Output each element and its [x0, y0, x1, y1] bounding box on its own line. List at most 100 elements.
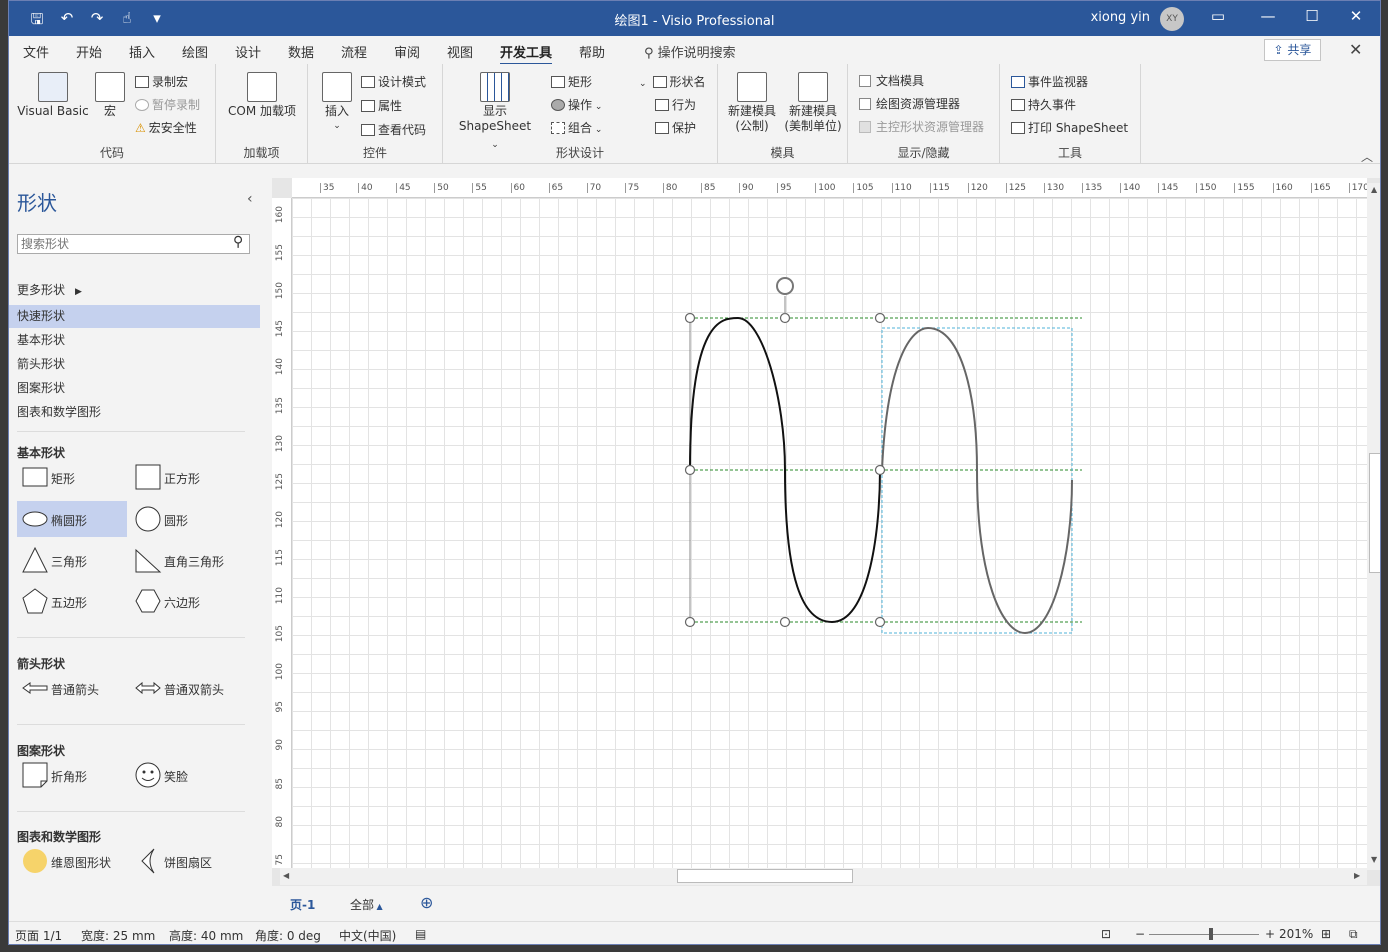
tab-home[interactable]: 开始: [76, 42, 102, 61]
tab-data[interactable]: 数据: [288, 42, 314, 61]
shape-right-triangle[interactable]: 直角三角形: [130, 542, 240, 578]
visual-basic-button[interactable]: Visual Basic: [17, 72, 89, 119]
shape-pie-slice[interactable]: 饼图扇区: [130, 843, 240, 879]
more-shapes-item[interactable]: 更多形状 ▶: [9, 279, 260, 302]
all-pages-button[interactable]: 全部 ▲: [350, 896, 383, 913]
tab-developer[interactable]: 开发工具: [500, 42, 553, 66]
print-shapesheet-button[interactable]: 打印 ShapeSheet: [1011, 119, 1128, 136]
shape-venn[interactable]: 维恩图形状: [17, 843, 127, 879]
shape-smiley[interactable]: 笑脸: [130, 757, 240, 793]
com-addins-button[interactable]: COM 加载项: [226, 72, 298, 119]
fit-to-window-icon[interactable]: ⊞: [1321, 927, 1331, 941]
rectangle-button[interactable]: 矩形: [551, 73, 592, 90]
tab-insert[interactable]: 插入: [129, 42, 155, 61]
vertical-scrollbar[interactable]: ▲ ▼: [1367, 183, 1380, 870]
nav-charts-math[interactable]: 图表和数学图形: [9, 401, 260, 424]
shape-rectangle[interactable]: 矩形: [17, 459, 127, 495]
nav-arrow-shapes[interactable]: 箭头形状: [9, 353, 260, 376]
tab-process[interactable]: 流程: [341, 42, 367, 61]
zoom-in-icon[interactable]: +: [1265, 927, 1275, 941]
shape-square[interactable]: 正方形: [130, 459, 240, 495]
show-shapesheet-button[interactable]: 显示 ShapeSheet ⌄: [455, 72, 535, 153]
shape-circle[interactable]: 圆形: [130, 501, 240, 537]
avatar[interactable]: XY: [1160, 7, 1184, 31]
minimize-icon[interactable]: —: [1256, 7, 1280, 25]
ruler-tick-label: 140: [275, 358, 285, 376]
collapse-ribbon-icon[interactable]: ︿: [1361, 148, 1373, 165]
shape-triangle[interactable]: 三角形: [17, 542, 127, 578]
shapes-panel: 形状 ‹ ⚲ 更多形状▶ 快速形状 基本形状 箭头形状 图案形状 图表和数学图形…: [9, 171, 269, 916]
search-shapes-input[interactable]: [17, 234, 250, 254]
scroll-down-icon[interactable]: ▼: [1371, 855, 1377, 864]
scroll-up-icon[interactable]: ▲: [1371, 185, 1377, 194]
circle-icon: [135, 506, 161, 532]
view-code-button[interactable]: 查看代码: [361, 121, 426, 138]
new-stencil-us-button[interactable]: 新建模具 (美制单位): [782, 72, 844, 134]
new-stencil-metric-button[interactable]: 新建模具 (公制): [724, 72, 780, 134]
ribbon-display-icon[interactable]: ▭: [1206, 7, 1230, 25]
zoom-slider-thumb[interactable]: [1209, 928, 1213, 940]
ruler-tick-label: 135: [275, 396, 285, 414]
drawing-page[interactable]: [292, 198, 1367, 868]
zoom-slider[interactable]: [1149, 934, 1259, 935]
event-monitor-button[interactable]: 事件监视器: [1011, 73, 1088, 90]
shape-name-button[interactable]: ⌄ 形状名: [639, 73, 706, 90]
horizontal-scroll-thumb[interactable]: [677, 869, 853, 883]
horizontal-scrollbar[interactable]: ◀ ▶: [280, 868, 1367, 885]
properties-button[interactable]: 属性: [361, 97, 402, 114]
drawing-explorer-checkbox[interactable]: 绘图资源管理器: [859, 95, 960, 112]
persistent-events-button[interactable]: 持久事件: [1011, 96, 1076, 113]
document-stencil-checkbox[interactable]: 文档模具: [859, 72, 924, 89]
ruler-tick-label: 55: [472, 183, 487, 193]
tab-review[interactable]: 审阅: [394, 42, 420, 61]
status-page[interactable]: 页面 1/1: [15, 927, 62, 944]
maximize-icon[interactable]: ☐: [1300, 7, 1324, 25]
zoom-level[interactable]: 201%: [1279, 927, 1313, 941]
shape-pentagon[interactable]: 五边形: [17, 583, 127, 619]
presentation-mode-icon[interactable]: ⊡: [1101, 927, 1111, 941]
scroll-right-icon[interactable]: ▶: [1354, 871, 1360, 880]
macro-security-button[interactable]: ⚠ 宏安全性: [135, 119, 197, 136]
master-explorer-checkbox[interactable]: 主控形状资源管理器: [859, 118, 984, 135]
design-mode-icon: [361, 76, 375, 88]
add-page-icon[interactable]: ⊕: [420, 893, 433, 912]
drawing-canvas[interactable]: [292, 198, 1367, 868]
vertical-scroll-thumb[interactable]: [1369, 453, 1380, 573]
design-mode-button[interactable]: 设计模式: [361, 73, 426, 90]
insert-control-button[interactable]: 插入 ⌄: [318, 72, 356, 134]
macros-button[interactable]: 宏: [93, 72, 127, 119]
scroll-left-icon[interactable]: ◀: [283, 871, 289, 880]
close-ribbon-icon[interactable]: ✕: [1349, 40, 1362, 59]
tell-me-search[interactable]: ⚲ 操作说明搜索: [644, 42, 736, 61]
pause-recording-button[interactable]: 暂停录制: [135, 96, 200, 113]
page-tab-1[interactable]: 页-1: [290, 896, 315, 913]
protection-button[interactable]: 保护: [655, 119, 696, 136]
tab-file[interactable]: 文件: [23, 42, 49, 61]
group-button[interactable]: 组合 ⌄: [551, 119, 602, 136]
macro-status-icon[interactable]: ▤: [415, 927, 426, 941]
tab-help[interactable]: 帮助: [579, 42, 605, 61]
shape-simple-arrow[interactable]: 普通箭头: [17, 670, 127, 706]
shape-hexagon[interactable]: 六边形: [130, 583, 240, 619]
switch-windows-icon[interactable]: ⧉: [1349, 927, 1358, 942]
shape-double-arrow[interactable]: 普通双箭头: [130, 670, 240, 706]
share-button[interactable]: ⇪ 共享: [1264, 39, 1321, 61]
tab-draw[interactable]: 绘图: [182, 42, 208, 61]
behavior-button[interactable]: 行为: [655, 96, 696, 113]
status-language[interactable]: 中文(中国): [339, 927, 396, 944]
search-icon[interactable]: ⚲: [233, 234, 243, 250]
tab-design[interactable]: 设计: [235, 42, 261, 61]
operations-button[interactable]: 操作 ⌄: [551, 96, 602, 113]
shape-folded-corner[interactable]: 折角形: [17, 757, 127, 793]
nav-basic-shapes[interactable]: 基本形状: [9, 329, 260, 352]
shape-ellipse[interactable]: 椭圆形: [17, 501, 127, 537]
ruler-tick-label: 60: [510, 183, 525, 193]
zoom-out-icon[interactable]: −: [1135, 927, 1145, 941]
record-macro-button[interactable]: 录制宏: [135, 73, 188, 90]
close-icon[interactable]: ✕: [1344, 7, 1368, 25]
collapse-panel-icon[interactable]: ‹: [247, 191, 253, 207]
user-name[interactable]: xiong yin: [1091, 10, 1150, 25]
nav-pattern-shapes[interactable]: 图案形状: [9, 377, 260, 400]
tab-view[interactable]: 视图: [447, 42, 473, 61]
nav-quick-shapes[interactable]: 快速形状: [9, 305, 260, 328]
